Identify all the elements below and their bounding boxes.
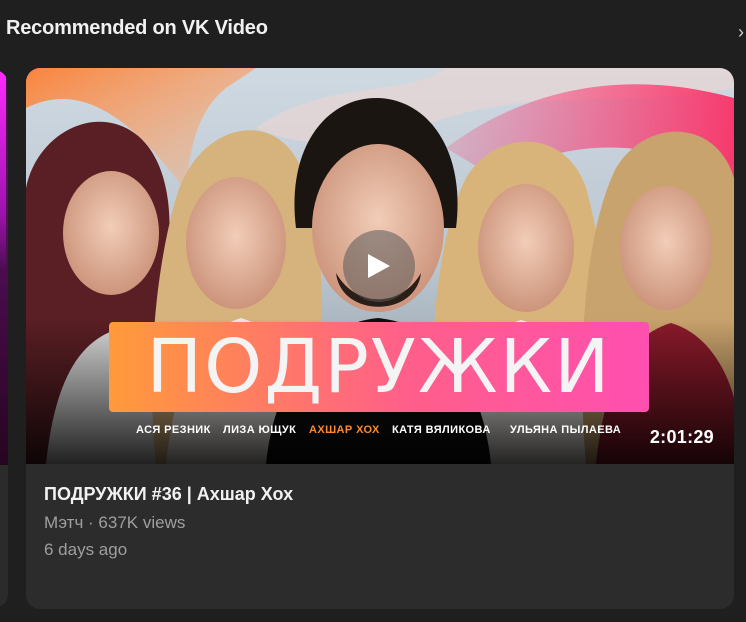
cast-name: АСЯ РЕЗНИК	[136, 424, 211, 436]
video-title[interactable]: ПОДРУЖКИ #36 | Ахшар Хох	[44, 482, 714, 506]
chevron-right-icon[interactable]: ›	[738, 22, 746, 42]
play-icon	[368, 254, 390, 278]
video-card[interactable]: ПОДРУЖКИ АСЯ РЕЗНИК ЛИЗА ЮЩУК АХШАР ХОХ …	[26, 68, 734, 609]
upload-age: 6 days ago	[44, 540, 128, 559]
play-button[interactable]	[343, 230, 415, 302]
thumbnail-logo-text: ПОДРУЖКИ	[146, 324, 612, 410]
cast-name: УЛЬЯНА ПЫЛАЕВА	[510, 424, 622, 436]
view-count: 637K views	[98, 513, 186, 532]
video-meta: ПОДРУЖКИ #36 | Ахшар Хох Мэтч · 637K vie…	[44, 482, 714, 561]
channel-views-line: Мэтч · 637K views	[44, 512, 714, 534]
meta-separator: ·	[83, 513, 99, 532]
section-title: Recommended on VK Video	[6, 17, 268, 39]
previous-video-card[interactable]	[0, 70, 8, 608]
duration-badge: 2:01:29	[649, 427, 714, 447]
cast-name: ЛИЗА ЮЩУК	[223, 424, 297, 436]
cast-name: КАТЯ ВЯЛИКОВА	[392, 424, 491, 436]
thumbnail-logo-frame: ПОДРУЖКИ	[109, 322, 649, 412]
video-thumbnail[interactable]: ПОДРУЖКИ АСЯ РЕЗНИК ЛИЗА ЮЩУК АХШАР ХОХ …	[26, 68, 734, 464]
recommendations-page: Recommended on VK Video › ПОДРУЖКИ АСЯ Р…	[0, 0, 746, 622]
cast-name-highlight: АХШАР ХОХ	[309, 424, 380, 436]
thumbnail-cast-names: АСЯ РЕЗНИК ЛИЗА ЮЩУК АХШАР ХОХ КАТЯ ВЯЛИ…	[136, 424, 636, 438]
previous-video-thumbnail[interactable]	[0, 70, 8, 465]
channel-name[interactable]: Мэтч	[44, 513, 83, 532]
